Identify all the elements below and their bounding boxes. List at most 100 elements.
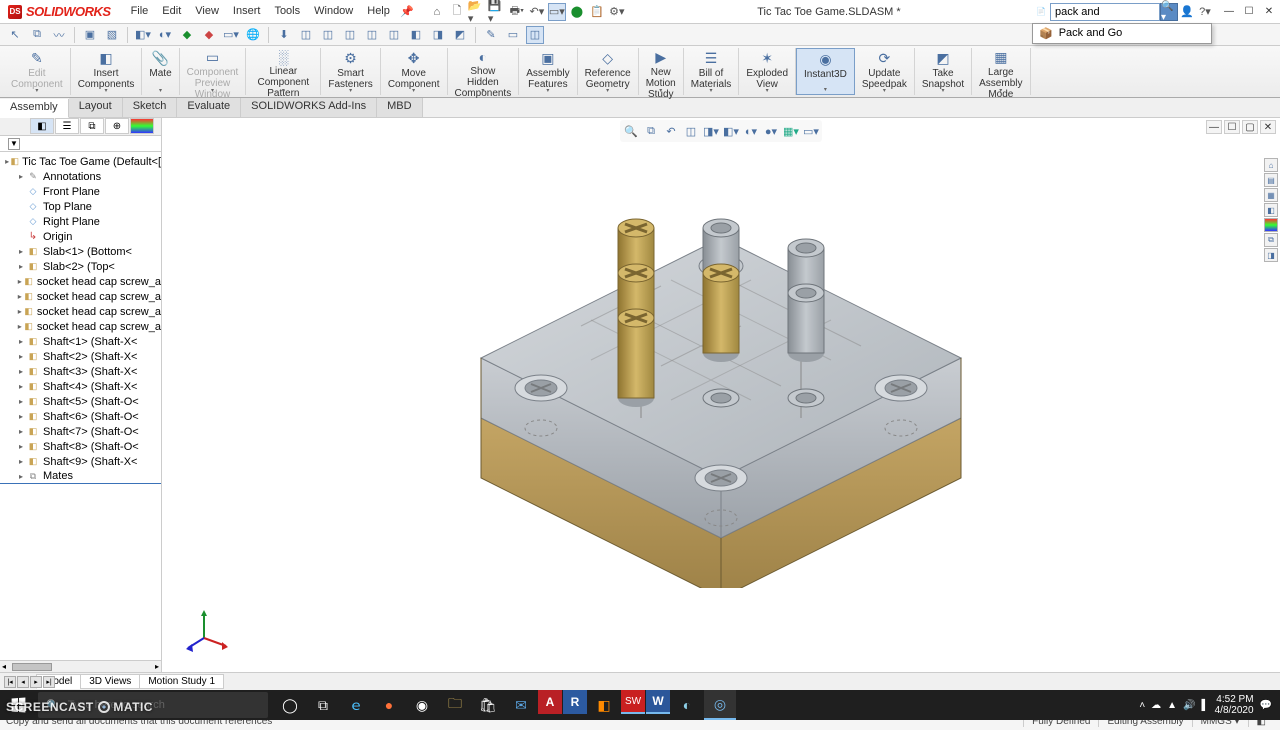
- ribbon-instant3d[interactable]: ◉Instant3D▾: [796, 48, 855, 95]
- qat-g2-icon[interactable]: ◆: [200, 26, 218, 44]
- app-word-icon[interactable]: W: [646, 690, 670, 714]
- close-button[interactable]: ✕: [1260, 4, 1278, 20]
- qat-v2-icon[interactable]: ◫: [319, 26, 337, 44]
- scroll-left-icon[interactable]: ◂: [0, 662, 8, 671]
- help-icon[interactable]: ?▾: [1196, 3, 1214, 21]
- ribbon-move-component[interactable]: ✥MoveComponent▾: [381, 48, 448, 95]
- tray-battery-icon[interactable]: ▌: [1202, 700, 1209, 711]
- ribbon-bill-of-materials[interactable]: ☰Bill ofMaterials▾: [684, 48, 740, 95]
- app-firefox-icon[interactable]: ●: [373, 690, 405, 720]
- app-explorer-icon[interactable]: 🗀: [439, 690, 471, 720]
- tree-item[interactable]: ▸◧Shaft<9> (Shaft-X<: [0, 454, 161, 469]
- zoom-fit-icon[interactable]: 🔍: [622, 122, 640, 140]
- scroll-right-icon[interactable]: ▸: [153, 662, 161, 671]
- tray-notif-icon[interactable]: 💬: [1260, 700, 1272, 711]
- maximize-button[interactable]: ☐: [1240, 4, 1258, 20]
- tree-expand-icon[interactable]: ▸: [16, 382, 26, 391]
- cortana-icon[interactable]: ◯: [274, 690, 306, 720]
- menu-insert[interactable]: Insert: [227, 3, 267, 21]
- tree-item[interactable]: ▸◧socket head cap screw_a: [0, 304, 161, 319]
- tree-expand-icon[interactable]: ▸: [16, 352, 26, 361]
- tab-first-icon[interactable]: |◂: [4, 676, 16, 688]
- app-screencast-icon[interactable]: ◎: [704, 690, 736, 720]
- ribbon-reference-geometry[interactable]: ◇ReferenceGeometry▾: [578, 48, 639, 95]
- display-style-icon[interactable]: ◧▾: [722, 122, 740, 140]
- login-icon[interactable]: 👤: [1178, 3, 1196, 21]
- tree-expand-icon[interactable]: ▸: [16, 277, 23, 286]
- hide-show-icon[interactable]: ◐▾: [742, 122, 760, 140]
- tray-onedrive-icon[interactable]: ☁: [1151, 700, 1161, 711]
- ft-tab-features-icon[interactable]: ◧: [30, 118, 54, 134]
- search-suggestion-item[interactable]: 📦 Pack and Go: [1033, 24, 1211, 43]
- tree-item[interactable]: ▸◧Shaft<6> (Shaft-O<: [0, 409, 161, 424]
- select-icon[interactable]: ▭▾: [548, 3, 566, 21]
- qat-v3-icon[interactable]: ◫: [341, 26, 359, 44]
- tree-item[interactable]: ▸◧Tic Tac Toe Game (Default<[: [0, 154, 161, 169]
- tree-item[interactable]: ◇Top Plane: [0, 199, 161, 214]
- tree-item[interactable]: ↳Origin: [0, 229, 161, 244]
- open-icon[interactable]: 📂▾: [468, 3, 486, 21]
- tray-up-icon[interactable]: ˄: [1139, 700, 1145, 711]
- qat-globe-icon[interactable]: 🌐: [244, 26, 262, 44]
- tree-expand-icon[interactable]: ▸: [16, 472, 26, 481]
- scroll-thumb[interactable]: [12, 663, 52, 671]
- search-button-icon[interactable]: 🔍▾: [1160, 3, 1178, 21]
- qat-screen-icon[interactable]: ▭▾: [222, 26, 240, 44]
- tree-item[interactable]: ▸◧Shaft<4> (Shaft-X<: [0, 379, 161, 394]
- tree-item[interactable]: ▸◧socket head cap screw_a: [0, 289, 161, 304]
- tree-expand-icon[interactable]: ▸: [16, 457, 26, 466]
- sp-lib-icon[interactable]: ▤: [1264, 173, 1278, 187]
- bottom-tab-motion[interactable]: Motion Study 1: [139, 674, 224, 689]
- feature-tree-scrollbar[interactable]: ◂ ▸: [0, 660, 161, 672]
- ft-tab-config-icon[interactable]: ⧉: [80, 118, 104, 134]
- filter-funnel-icon[interactable]: ▼: [8, 138, 20, 150]
- qat-iso3-icon[interactable]: ◩: [451, 26, 469, 44]
- tree-expand-icon[interactable]: ▸: [16, 397, 26, 406]
- menu-help[interactable]: Help: [361, 3, 396, 21]
- app-cam-icon[interactable]: ◧: [588, 690, 620, 720]
- sp-prop-icon[interactable]: ▦: [1264, 188, 1278, 202]
- menu-file[interactable]: File: [125, 3, 155, 21]
- view-orient-icon[interactable]: ◨▾: [702, 122, 720, 140]
- cm-tab-solidworks-add-ins[interactable]: SOLIDWORKS Add-Ins: [241, 98, 377, 117]
- qat-3dbox-icon[interactable]: ◫: [526, 26, 544, 44]
- qat-select-icon[interactable]: ↖: [6, 26, 24, 44]
- tab-last-icon[interactable]: ▸|: [43, 676, 55, 688]
- qat-v4-icon[interactable]: ◫: [363, 26, 381, 44]
- cm-tab-layout[interactable]: Layout: [69, 98, 123, 117]
- app-chrome-icon[interactable]: ◉: [406, 690, 438, 720]
- menu-view[interactable]: View: [189, 3, 225, 21]
- new-doc-icon[interactable]: 🗋: [448, 3, 466, 21]
- bottom-tab-3dviews[interactable]: 3D Views: [80, 674, 140, 689]
- orientation-triad-icon[interactable]: [186, 608, 230, 652]
- tree-item[interactable]: ▸◧Shaft<7> (Shaft-O<: [0, 424, 161, 439]
- zoom-area-icon[interactable]: ⧉: [642, 122, 660, 140]
- qat-sphere-icon[interactable]: ◐▾: [156, 26, 174, 44]
- qat-box2-icon[interactable]: ▧: [103, 26, 121, 44]
- tree-item[interactable]: ▸◧Slab<2> (Top<: [0, 259, 161, 274]
- sp-home-icon[interactable]: ⌂: [1264, 158, 1278, 172]
- view-setting-icon[interactable]: ▭▾: [802, 122, 820, 140]
- qat-g1-icon[interactable]: ◆: [178, 26, 196, 44]
- tab-next-icon[interactable]: ▸: [30, 676, 42, 688]
- app-revit-icon[interactable]: R: [563, 690, 587, 714]
- cm-tab-assembly[interactable]: Assembly: [0, 99, 69, 118]
- options-icon[interactable]: 📋: [588, 3, 606, 21]
- ribbon-exploded-view[interactable]: ✶ExplodedView▾: [739, 48, 796, 95]
- qat-v1-icon[interactable]: ◫: [297, 26, 315, 44]
- rebuild-icon[interactable]: ⬤: [568, 3, 586, 21]
- edit-appear-icon[interactable]: ●▾: [762, 122, 780, 140]
- tree-expand-icon[interactable]: ▸: [16, 367, 26, 376]
- tray-volume-icon[interactable]: 🔊: [1183, 700, 1195, 711]
- ribbon-show-hidden-components[interactable]: ◐ShowHiddenComponents▾: [448, 48, 520, 95]
- doc-minimize-button[interactable]: —: [1206, 120, 1222, 134]
- tree-item[interactable]: ▸✎Annotations: [0, 169, 161, 184]
- home-icon[interactable]: ⌂: [428, 3, 446, 21]
- ribbon-mate[interactable]: 📎Mate▾: [142, 48, 179, 95]
- app-solidworks-icon[interactable]: SW: [621, 690, 645, 714]
- tree-item[interactable]: ▸◧socket head cap screw_a: [0, 274, 161, 289]
- qat-v5-icon[interactable]: ◫: [385, 26, 403, 44]
- tree-expand-icon[interactable]: ▸: [16, 337, 26, 346]
- tree-item[interactable]: ◇Right Plane: [0, 214, 161, 229]
- tree-expand-icon[interactable]: ▸: [16, 247, 26, 256]
